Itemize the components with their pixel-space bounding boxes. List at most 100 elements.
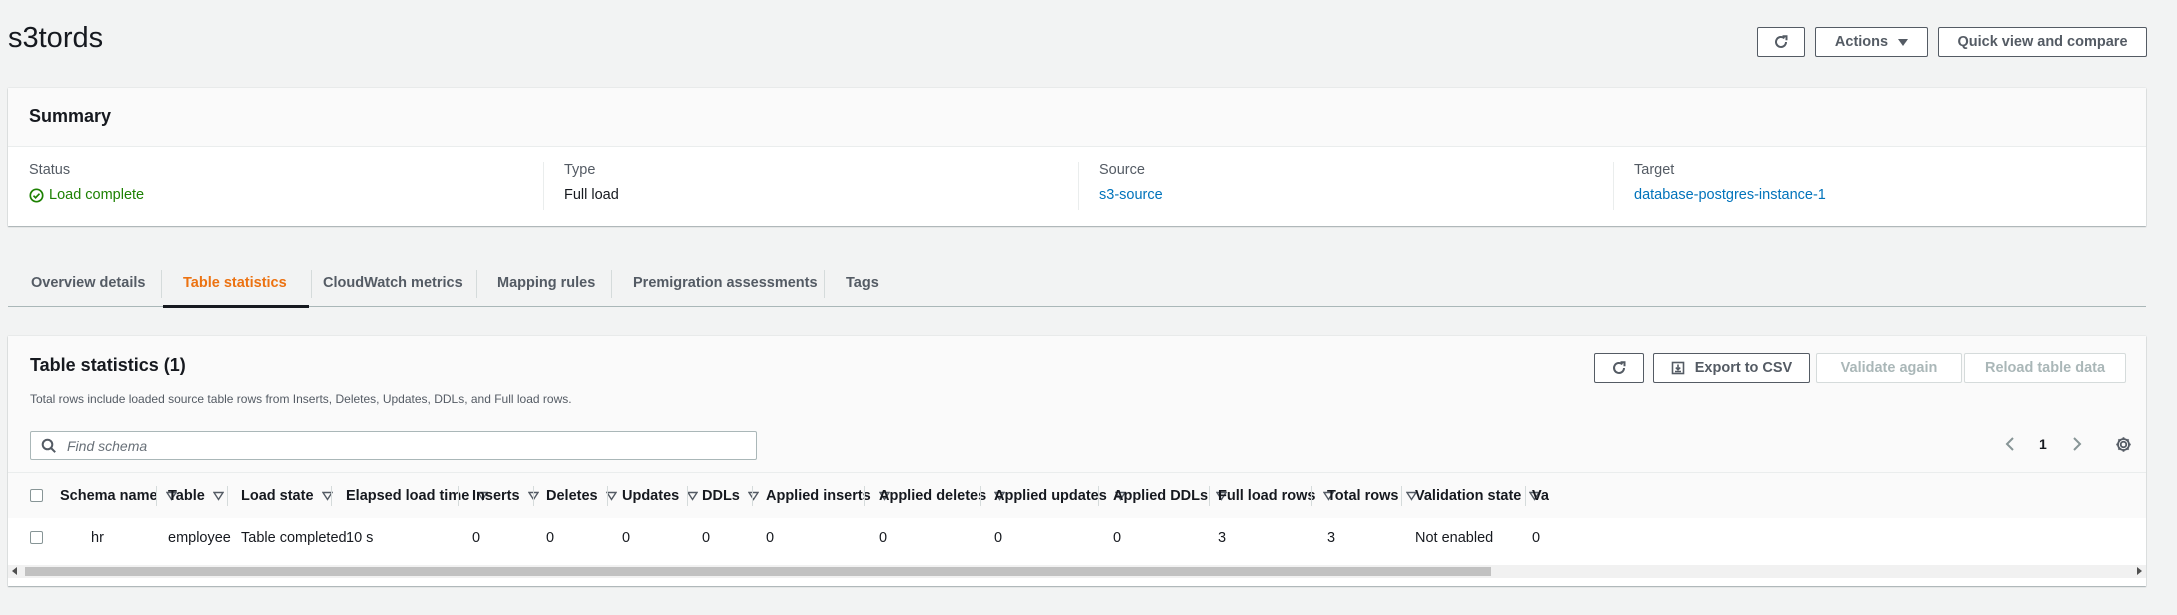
column-divider[interactable] <box>331 486 332 506</box>
column-header-ddls[interactable]: DDLs <box>702 473 759 518</box>
column-header-label: Applied DDLs <box>1113 487 1209 504</box>
column-header-schema-name[interactable]: Schema name <box>60 473 177 518</box>
search-icon <box>41 438 56 453</box>
actions-label: Actions <box>1834 34 1889 50</box>
tab-overview-details[interactable]: Overview details <box>31 260 145 306</box>
summary-divider <box>1613 162 1614 210</box>
row-checkbox[interactable] <box>30 531 43 544</box>
cell-table: employee <box>168 530 231 546</box>
column-header-inserts[interactable]: Inserts <box>472 473 539 518</box>
column-divider[interactable] <box>1401 486 1402 506</box>
horizontal-scrollbar[interactable] <box>8 565 2146 578</box>
column-divider[interactable] <box>156 486 157 506</box>
tab-premigration-assessments[interactable]: Premigration assessments <box>633 260 818 306</box>
column-header-full-load-rows[interactable]: Full load rows <box>1218 473 1335 518</box>
summary-divider <box>1078 162 1079 210</box>
validate-again-button[interactable]: Validate again <box>1816 353 1962 383</box>
scroll-left-arrow-icon[interactable] <box>12 567 17 575</box>
table-panel-title: Table statistics (1) <box>30 355 186 375</box>
select-all-checkbox[interactable] <box>30 489 43 502</box>
search-input[interactable] <box>65 435 749 457</box>
source-label: Source <box>1099 162 1145 178</box>
summary-source: Source s3-source <box>1099 162 1163 203</box>
column-header-applied-updates[interactable]: Applied updates <box>994 473 1126 518</box>
table-row[interactable]: hr employee Table completed 10 s 0 0 0 0 0 0 0 0 3 3 N… <box>8 518 2146 558</box>
find-schema-search[interactable] <box>30 431 757 460</box>
download-icon <box>1671 361 1685 375</box>
tab-mapping-rules[interactable]: Mapping rules <box>497 260 595 306</box>
cell-inserts: 0 <box>472 530 481 546</box>
column-header-deletes[interactable]: Deletes <box>546 473 617 518</box>
column-header-elapsed-load-time[interactable]: Elapsed load time <box>346 473 489 518</box>
column-header-label: DDLs <box>702 487 740 504</box>
tab-tags[interactable]: Tags <box>846 260 879 306</box>
source-link[interactable]: s3-source <box>1099 187 1163 203</box>
page-title: s3tords <box>8 22 104 54</box>
column-header-applied-inserts[interactable]: Applied inserts <box>766 473 890 518</box>
cell-va: 0 <box>1532 530 1541 546</box>
status-label: Status <box>29 162 71 178</box>
status-value: Load complete <box>29 187 144 203</box>
column-divider[interactable] <box>864 486 865 506</box>
tab-divider <box>311 270 312 298</box>
column-divider[interactable] <box>533 486 534 506</box>
cell-applied-inserts: 0 <box>766 530 775 546</box>
refresh-button[interactable] <box>1757 27 1805 57</box>
cell-full-load-rows: 3 <box>1218 530 1227 546</box>
column-divider[interactable] <box>1311 486 1312 506</box>
column-header-validation-state[interactable]: Validation state <box>1415 473 1541 518</box>
page-number[interactable]: 1 <box>2039 436 2047 452</box>
column-divider[interactable] <box>980 486 981 506</box>
column-divider[interactable] <box>1209 486 1210 506</box>
check-circle-icon <box>29 187 44 203</box>
column-header-load-state[interactable]: Load state <box>241 473 333 518</box>
column-header-label: Validation state <box>1415 487 1522 504</box>
tab-divider <box>824 270 825 298</box>
column-header-label: Applied inserts <box>766 487 871 504</box>
cell-applied-deletes: 0 <box>879 530 888 546</box>
target-link[interactable]: database-postgres-instance-1 <box>1634 187 1826 203</box>
table-refresh-button[interactable] <box>1594 353 1644 383</box>
column-divider[interactable] <box>458 486 459 506</box>
reload-table-data-button[interactable]: Reload table data <box>1964 353 2126 383</box>
chevron-left-icon[interactable] <box>2004 436 2016 452</box>
column-header-label: Table <box>168 487 205 504</box>
cell-deletes: 0 <box>546 530 555 546</box>
status-text: Load complete <box>49 187 145 203</box>
column-divider[interactable] <box>227 486 228 506</box>
target-label: Target <box>1634 162 1675 178</box>
active-tab-indicator <box>163 305 309 308</box>
export-csv-label: Export to CSV <box>1694 360 1793 376</box>
settings-gear-icon[interactable] <box>2115 436 2132 453</box>
quick-view-compare-button[interactable]: Quick view and compare <box>1938 27 2147 57</box>
tab-divider <box>476 270 477 298</box>
sort-icon[interactable] <box>212 491 224 501</box>
tab-table-statistics[interactable]: Table statistics <box>183 260 287 306</box>
export-csv-button[interactable]: Export to CSV <box>1653 353 1810 383</box>
column-divider[interactable] <box>607 486 608 506</box>
column-header-label: Load state <box>241 487 314 504</box>
column-header-total-rows[interactable]: Total rows <box>1327 473 1418 518</box>
scroll-thumb[interactable] <box>25 567 1491 576</box>
column-divider[interactable] <box>752 486 753 506</box>
column-divider[interactable] <box>1525 486 1526 506</box>
type-value: Full load <box>564 187 619 203</box>
column-header-va[interactable]: Va <box>1532 473 1549 518</box>
column-divider[interactable] <box>687 486 688 506</box>
scroll-right-arrow-icon[interactable] <box>2137 567 2142 575</box>
column-header-label: Full load rows <box>1218 487 1316 504</box>
summary-type: Type Full load <box>564 162 619 203</box>
sort-icon[interactable] <box>747 491 759 501</box>
tab-cloudwatch-metrics[interactable]: CloudWatch metrics <box>323 260 463 306</box>
type-label: Type <box>564 162 596 178</box>
column-header-label: Va <box>1532 487 1549 504</box>
tab-bar: Overview details Table statistics CloudW… <box>8 260 2146 308</box>
actions-button[interactable]: Actions <box>1815 27 1928 57</box>
column-header-applied-deletes[interactable]: Applied deletes <box>879 473 1006 518</box>
column-divider[interactable] <box>1098 486 1099 506</box>
chevron-right-icon[interactable] <box>2071 436 2083 452</box>
sort-icon[interactable] <box>687 491 699 501</box>
column-header-table[interactable]: Table <box>168 473 224 518</box>
tab-divider <box>161 270 162 298</box>
column-header-label: Applied deletes <box>879 487 987 504</box>
